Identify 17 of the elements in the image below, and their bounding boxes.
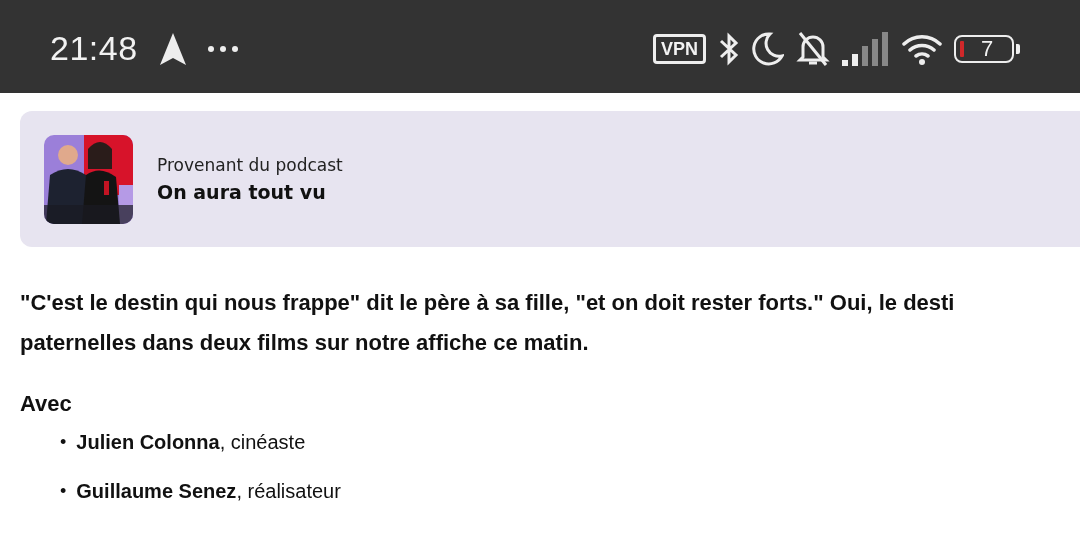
- podcast-title: On aura tout vu: [157, 181, 327, 203]
- bullet: •: [60, 481, 67, 502]
- signal-icon: [842, 31, 890, 66]
- podcast-caption: Provenant du podcast: [157, 155, 343, 175]
- navigation-icon: [159, 32, 186, 65]
- clock-time: 21:48: [50, 29, 138, 68]
- moon-icon: [752, 31, 784, 66]
- section-heading: Avec: [20, 391, 73, 417]
- guest-item: Julien Colonna, cinéaste: [76, 431, 306, 454]
- guest-item: Guillaume Senez, réalisateur: [76, 480, 341, 503]
- bell-muted-icon: [796, 30, 830, 67]
- bullet: •: [60, 432, 67, 453]
- bluetooth-icon: [718, 30, 740, 67]
- podcast-card[interactable]: Provenant du podcast On aura tout vu: [20, 111, 1080, 247]
- episode-description: "C'est le destin qui nous frappe" dit le père à sa fille, "et on doit rester forts." Oui, le desti paternelles dans deux films sur notre affiche ce matin.: [20, 289, 956, 357]
- more-icon: [207, 45, 238, 52]
- vpn-indicator: VPN: [653, 33, 706, 64]
